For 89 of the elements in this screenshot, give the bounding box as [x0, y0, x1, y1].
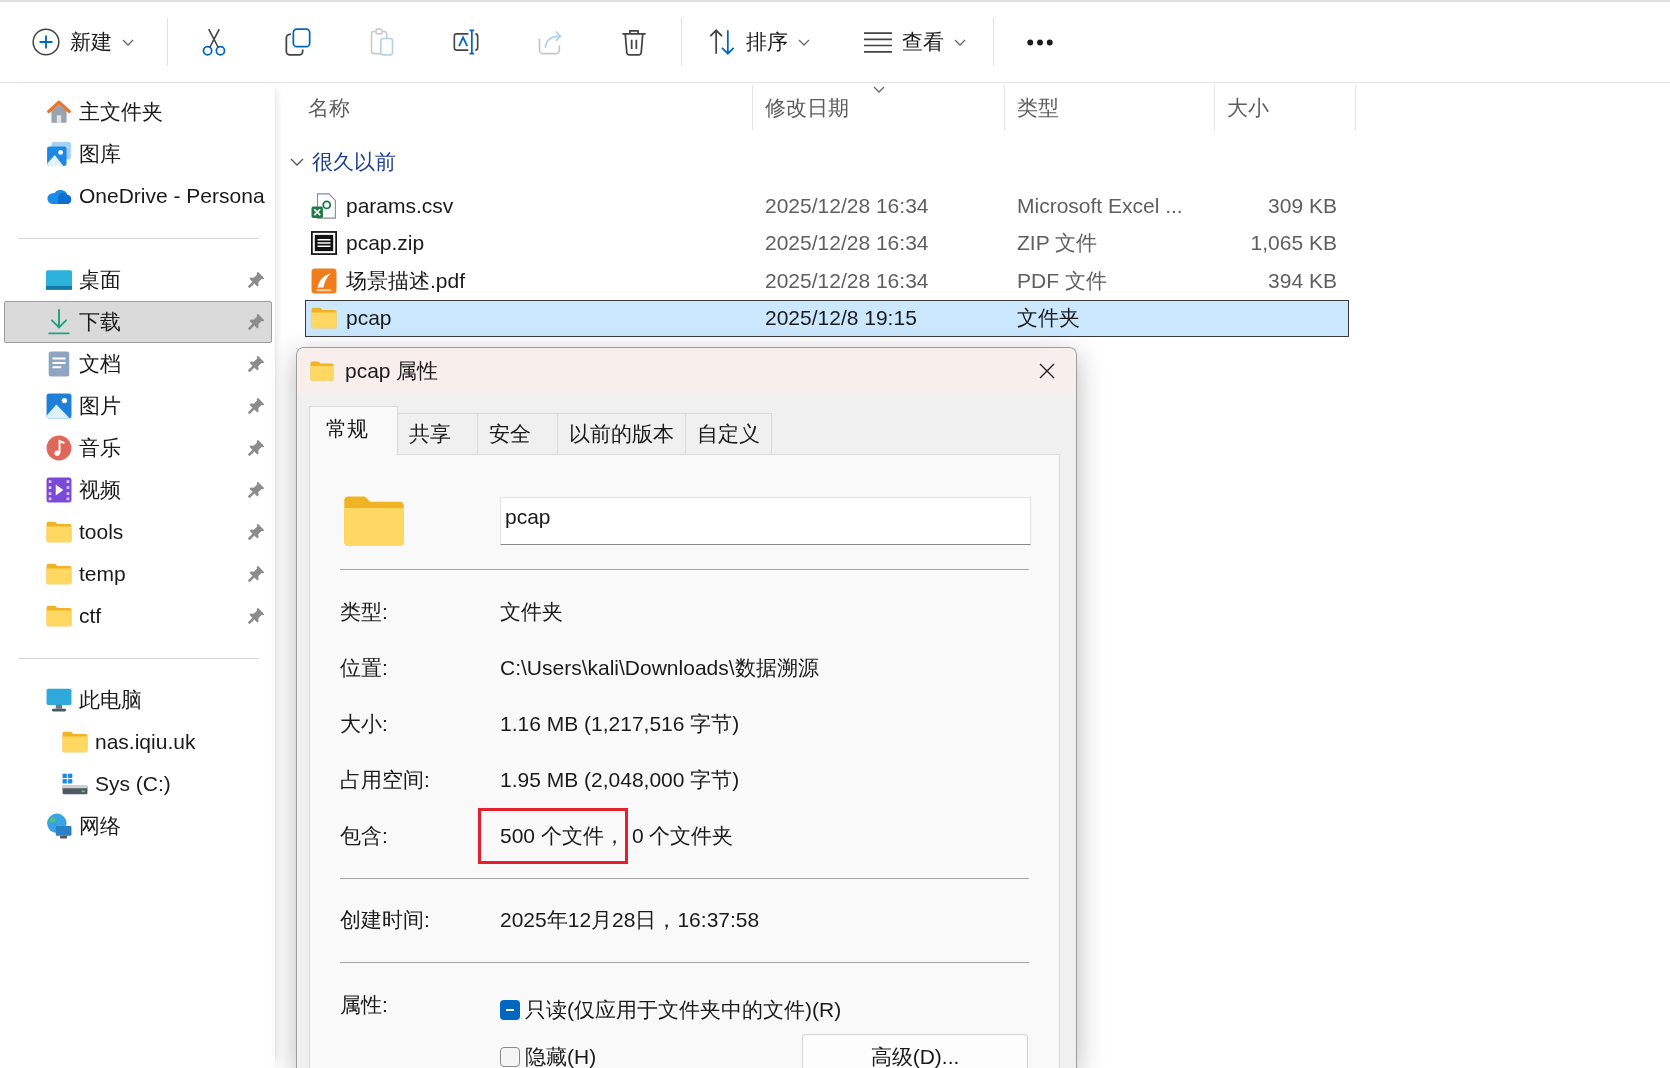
file-name: 场景描述.pdf [346, 268, 466, 292]
sidebar-item[interactable]: 主文件夹 [4, 91, 272, 133]
property-label: 包含: [340, 824, 389, 848]
folder-icon [343, 495, 405, 547]
sidebar-item[interactable]: 桌面 [4, 259, 272, 301]
sidebar-item[interactable]: 此电脑 [4, 679, 272, 721]
video-icon [46, 477, 72, 503]
sidebar-item[interactable]: 视频 [4, 469, 272, 511]
download-icon [46, 309, 72, 335]
folder-icon [46, 563, 72, 585]
property-label: 创建时间: [340, 908, 431, 932]
column-header[interactable]: 修改日期 [753, 85, 1005, 130]
property-value: 1.16 MB (1,217,516 字节) [500, 712, 740, 736]
sidebar-item[interactable]: nas.iqiu.uk [4, 721, 272, 763]
checkbox[interactable] [500, 1000, 520, 1020]
sidebar-item[interactable]: 音乐 [4, 427, 272, 469]
sidebar-item[interactable]: 图库 [4, 133, 272, 175]
dialog-title: pcap 属性 [345, 359, 439, 383]
checkbox-label[interactable]: 隐藏(H) [525, 1045, 597, 1068]
spreadsheet-icon [311, 192, 337, 219]
sort-button[interactable]: 排序 [700, 14, 818, 70]
file-row[interactable]: pcap 2025/12/8 19:15 文件夹 [305, 299, 1349, 337]
file-type: PDF 文件 [1017, 268, 1107, 292]
sidebar-item[interactable]: tools [4, 511, 272, 553]
modified-date: 2025/12/28 16:34 [765, 268, 929, 292]
tab[interactable]: 常规 [309, 406, 398, 455]
file-size: 309 KB [1268, 193, 1337, 217]
sidebar-item[interactable]: temp [4, 553, 272, 595]
cloud-icon [46, 188, 72, 204]
file-type: 文件夹 [1017, 306, 1080, 330]
sidebar-item[interactable]: ctf [4, 595, 272, 637]
highlighted-value: 500 个文件， [478, 808, 628, 864]
folder-icon [46, 521, 72, 543]
file-row[interactable]: 场景描述.pdf 2025/12/28 16:34 PDF 文件 394 KB [305, 262, 1349, 300]
property-value: 1.95 MB (2,048,000 字节) [500, 768, 740, 792]
modified-date: 2025/12/28 16:34 [765, 231, 929, 255]
column-header[interactable]: 大小 [1215, 85, 1356, 130]
file-name: pcap.zip [346, 231, 425, 255]
file-type: Microsoft Excel ... [1017, 193, 1183, 217]
sidebar-item[interactable]: Sys (C:) [4, 763, 272, 805]
close-icon [1039, 363, 1055, 379]
view-button[interactable]: 查看 [856, 14, 974, 70]
sidebar-item[interactable]: OneDrive - Persona [4, 175, 272, 217]
folder-icon [62, 731, 88, 753]
new-button[interactable]: 新建 [18, 14, 148, 70]
property-label: 类型: [340, 600, 389, 624]
desktop-icon [46, 270, 72, 290]
modified-date: 2025/12/28 16:34 [765, 193, 929, 217]
name-field[interactable]: pcap [500, 497, 1031, 545]
property-value: 文件夹 [500, 600, 563, 624]
advanced-button[interactable]: 高级(D)... [802, 1034, 1028, 1068]
property-label: 位置: [340, 656, 389, 680]
document-icon [48, 351, 70, 377]
column-header[interactable]: 名称 [296, 85, 753, 130]
network-icon [46, 813, 72, 839]
sidebar-item[interactable]: 图片 [4, 385, 272, 427]
checkbox[interactable] [500, 1047, 520, 1067]
file-row[interactable]: pcap.zip 2025/12/28 16:34 ZIP 文件 1,065 KB [305, 224, 1349, 262]
document-icon [311, 267, 337, 294]
drive-icon [62, 773, 88, 795]
file-name: params.csv [346, 193, 454, 217]
file-size: 1,065 KB [1250, 231, 1337, 255]
monitor-icon [46, 688, 72, 712]
sidebar-item[interactable]: 网络 [4, 805, 272, 847]
checkbox-label[interactable]: 只读(仅应用于文件夹中的文件)(R) [525, 998, 842, 1022]
sidebar-item[interactable]: 下载 [4, 301, 272, 343]
folder-icon [46, 605, 72, 627]
music-note-icon [46, 435, 72, 461]
modified-date: 2025/12/8 19:15 [765, 306, 917, 330]
property-value: 2025年12月28日，16:37:58 [500, 908, 760, 932]
archive-icon [311, 231, 337, 256]
property-label: 大小: [340, 712, 389, 736]
property-value: C:\Users\kali\Downloads\数据溯源 [500, 656, 819, 680]
folder-icon [311, 307, 337, 330]
picture-icon [46, 393, 72, 419]
file-name: pcap [346, 306, 392, 330]
group-header[interactable]: 很久以前 [290, 142, 396, 182]
sidebar-item[interactable]: 文档 [4, 343, 272, 385]
file-size: 394 KB [1268, 268, 1337, 292]
house-icon [46, 99, 72, 125]
property-label: 占用空间: [340, 768, 431, 792]
file-row[interactable]: params.csv 2025/12/28 16:34 Microsoft Excel ... 309 KB [305, 187, 1349, 225]
property-value: 0 个文件夹 [631, 824, 734, 848]
file-type: ZIP 文件 [1017, 231, 1098, 255]
gallery-icon [46, 141, 72, 167]
property-label: 属性: [340, 992, 389, 1018]
folder-icon [310, 361, 334, 381]
column-header[interactable]: 类型 [1005, 85, 1215, 130]
tab[interactable]: 自定义 [685, 413, 772, 454]
